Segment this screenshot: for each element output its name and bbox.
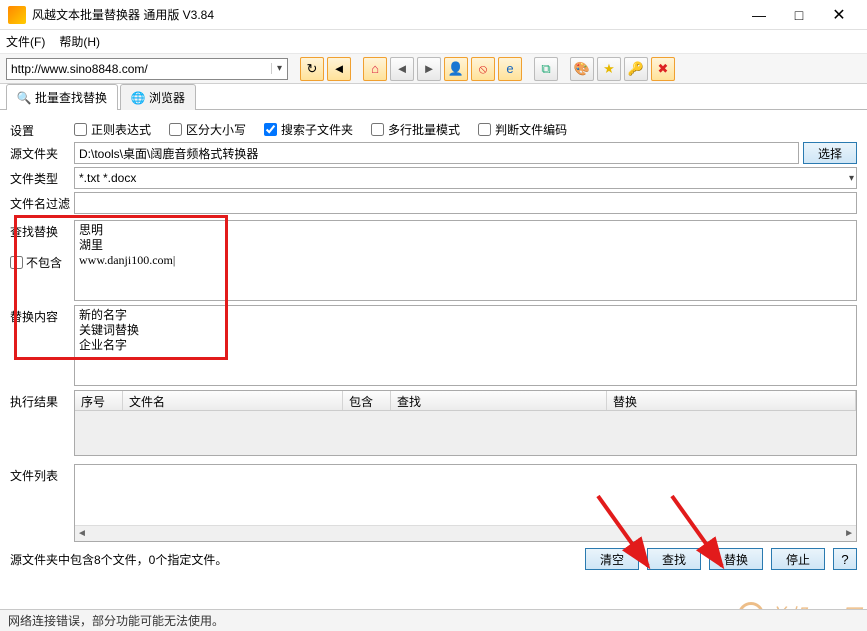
- src-folder-input[interactable]: [74, 142, 799, 164]
- label-file-type: 文件类型: [10, 167, 74, 187]
- window-title: 风越文本批量替换器 通用版 V3.84: [32, 6, 739, 23]
- url-input[interactable]: [7, 59, 271, 79]
- name-filter-input[interactable]: [74, 192, 857, 214]
- label-file-list: 文件列表: [10, 464, 74, 484]
- replace-textarea[interactable]: [75, 306, 856, 382]
- check-not-contain[interactable]: 不包含: [10, 254, 74, 271]
- file-list[interactable]: [75, 465, 856, 525]
- globe-icon: 🌐: [131, 91, 145, 105]
- tabbar: 🔍 批量查找替换 🌐 浏览器: [0, 84, 867, 110]
- key-icon[interactable]: 🔑: [624, 57, 648, 81]
- check-encoding[interactable]: 判断文件编码: [478, 121, 567, 138]
- replace-text-wrap: [74, 305, 857, 386]
- toolbar: ▾ ↻ ◄ ⌂ ◄ ► 👤 ⦸ e ⧉ 🎨 ★ 🔑 ✖: [0, 54, 867, 84]
- file-type-value: *.txt *.docx: [79, 171, 136, 185]
- menu-file[interactable]: 文件(F): [6, 33, 45, 50]
- check-multiline[interactable]: 多行批量模式: [371, 121, 460, 138]
- settings-checks: 正则表达式 区分大小写 搜索子文件夹 多行批量模式 判断文件编码: [74, 119, 567, 138]
- grid-header: 序号 文件名 包含 查找 替换: [75, 391, 856, 411]
- status-text: 网络连接错误，部分功能可能无法使用。: [8, 612, 224, 629]
- replace-button[interactable]: 替换: [709, 548, 763, 570]
- next-page-icon[interactable]: ►: [417, 57, 441, 81]
- bottom-row: 源文件夹中包含8个文件，0个指定文件。 清空 查找 替换 停止 ?: [10, 548, 857, 570]
- find-text-wrap: [74, 220, 857, 301]
- titlebar: 风越文本批量替换器 通用版 V3.84 — □ ✕: [0, 0, 867, 30]
- menu-help[interactable]: 帮助(H): [59, 33, 100, 50]
- chevron-down-icon[interactable]: ▾: [849, 173, 854, 184]
- summary-text: 源文件夹中包含8个文件，0个指定文件。: [10, 551, 227, 568]
- label-src-folder: 源文件夹: [10, 142, 74, 162]
- paint-icon[interactable]: 🎨: [570, 57, 594, 81]
- back-icon[interactable]: ◄: [327, 57, 351, 81]
- app-icon: [8, 6, 26, 24]
- tab-browser[interactable]: 🌐 浏览器: [120, 84, 196, 110]
- col-contain[interactable]: 包含: [343, 391, 391, 410]
- close-button[interactable]: ✕: [819, 3, 859, 27]
- label-replace-content: 替换内容: [10, 305, 74, 325]
- tab-label: 浏览器: [149, 89, 185, 106]
- label-exec-result: 执行结果: [10, 390, 74, 410]
- tab-label: 批量查找替换: [35, 89, 107, 106]
- personal-icon[interactable]: 👤: [444, 57, 468, 81]
- maximize-button[interactable]: □: [779, 3, 819, 27]
- statusbar: 网络连接错误，部分功能可能无法使用。: [0, 609, 867, 631]
- choose-button[interactable]: 选择: [803, 142, 857, 164]
- prev-page-icon[interactable]: ◄: [390, 57, 414, 81]
- clear-button[interactable]: 清空: [585, 548, 639, 570]
- result-grid: 序号 文件名 包含 查找 替换: [74, 390, 857, 456]
- home-icon[interactable]: ⌂: [363, 57, 387, 81]
- delete-icon[interactable]: ✖: [651, 57, 675, 81]
- star-icon[interactable]: ★: [597, 57, 621, 81]
- label-find-replace: 查找替换: [10, 223, 74, 240]
- grid-body[interactable]: [75, 411, 856, 455]
- copy-icon[interactable]: ⧉: [534, 57, 558, 81]
- find-button[interactable]: 查找: [647, 548, 701, 570]
- url-combo[interactable]: ▾: [6, 58, 288, 80]
- label-name-filter: 文件名过滤: [10, 192, 74, 212]
- check-case[interactable]: 区分大小写: [169, 121, 246, 138]
- filelist-wrap: ◄►: [74, 464, 857, 542]
- find-textarea[interactable]: [75, 221, 856, 297]
- help-button[interactable]: ?: [833, 548, 857, 570]
- col-replace[interactable]: 替换: [607, 391, 856, 410]
- label-settings: 设置: [10, 119, 74, 139]
- col-name[interactable]: 文件名: [123, 391, 343, 410]
- chevron-down-icon[interactable]: ▾: [271, 63, 287, 74]
- refresh-icon[interactable]: ↻: [300, 57, 324, 81]
- h-scrollbar[interactable]: ◄►: [75, 525, 856, 541]
- search-icon: 🔍: [17, 91, 31, 105]
- stop-button[interactable]: 停止: [771, 548, 825, 570]
- tab-batch-replace[interactable]: 🔍 批量查找替换: [6, 84, 118, 110]
- check-subfolder[interactable]: 搜索子文件夹: [264, 121, 353, 138]
- check-regex[interactable]: 正则表达式: [74, 121, 151, 138]
- ie-icon[interactable]: e: [498, 57, 522, 81]
- stop-icon[interactable]: ⦸: [471, 57, 495, 81]
- menubar: 文件(F) 帮助(H): [0, 30, 867, 54]
- col-find[interactable]: 查找: [391, 391, 607, 410]
- col-no[interactable]: 序号: [75, 391, 123, 410]
- file-type-combo[interactable]: *.txt *.docx ▾: [74, 167, 857, 189]
- minimize-button[interactable]: —: [739, 3, 779, 27]
- content-panel: 设置 正则表达式 区分大小写 搜索子文件夹 多行批量模式 判断文件编码 源文件夹…: [0, 110, 867, 570]
